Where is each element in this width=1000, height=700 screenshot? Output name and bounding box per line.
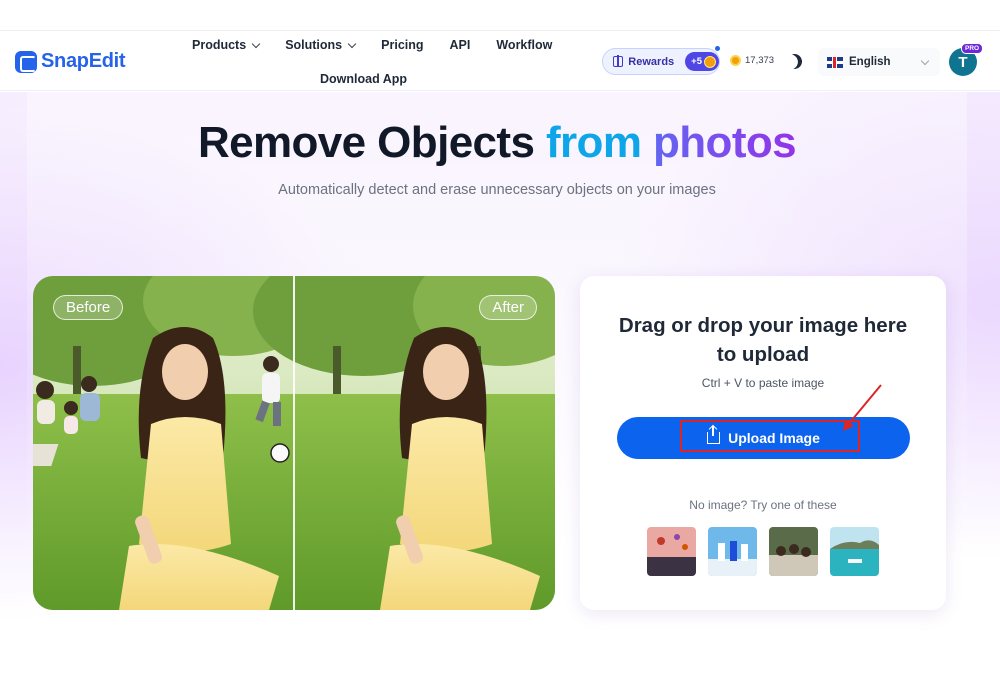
nav-item-workflow[interactable]: Workflow: [496, 38, 552, 52]
upload-image-button[interactable]: Upload Image: [617, 417, 910, 459]
rewards-button[interactable]: Rewards +5: [602, 45, 721, 75]
rewards-bonus-value: +5: [691, 56, 702, 67]
dark-mode-toggle-moon-icon[interactable]: [785, 52, 804, 71]
upload-icon: [707, 426, 721, 444]
brand-name: SnapEdit: [41, 50, 126, 72]
pro-badge: PRO: [961, 43, 984, 54]
notification-dot: [714, 45, 721, 52]
boat-sea-thumbnail: [830, 527, 879, 576]
sample-image-boat-sea[interactable]: [830, 527, 879, 576]
snapedit-logo-icon: [15, 50, 37, 73]
uk-flag-icon: [827, 56, 843, 68]
credits-value: 17,373: [745, 55, 775, 66]
nav-secondary-row: Download App: [320, 72, 407, 86]
drop-text-line-2: to upload: [716, 343, 810, 366]
upload-button-label: Upload Image: [728, 430, 820, 446]
page-subtitle: Automatically detect and erase unnecessa…: [278, 182, 716, 198]
nav-item-label: Workflow: [496, 38, 553, 52]
nav-item-api[interactable]: API: [450, 38, 471, 52]
title-part-3: photos: [653, 118, 797, 167]
nav-item-label: Pricing: [381, 38, 424, 52]
sample-images-row: [647, 527, 879, 576]
credits-display: 17,373: [730, 55, 774, 66]
sample-image-group-photo[interactable]: [769, 527, 818, 576]
upload-card[interactable]: Drag or drop your image here to upload C…: [580, 276, 946, 610]
sample-images-hint: No image? Try one of these: [689, 498, 837, 512]
before-label: Before: [53, 295, 124, 320]
nav-item-products[interactable]: Products: [192, 38, 261, 52]
nav-item-label: Download App: [320, 72, 408, 86]
paste-hint: Ctrl + V to paste image: [701, 376, 825, 390]
chevron-down-icon: [251, 39, 261, 48]
rewards-label: Rewards: [628, 55, 675, 68]
coin-icon: [704, 55, 716, 68]
coin-icon: [730, 55, 741, 66]
chevron-down-icon: [347, 39, 357, 48]
nav-item-download-app[interactable]: Download App: [320, 72, 407, 86]
language-selector[interactable]: English: [818, 48, 940, 76]
chevron-down-icon: [920, 56, 930, 66]
sample-image-balloons[interactable]: [647, 527, 696, 576]
nav-item-pricing[interactable]: Pricing: [381, 38, 423, 52]
main-nav: Products Solutions Pricing API Workflow: [192, 38, 578, 52]
browser-top-strip: [0, 0, 1000, 31]
group-photo-thumbnail: [769, 527, 818, 576]
rewards-bonus-badge: +5: [685, 52, 719, 71]
nav-item-label: Solutions: [285, 38, 343, 52]
avatar-initial: T: [958, 53, 968, 71]
nav-item-label: API: [449, 38, 471, 52]
drop-zone-text: Drag or drop your image here to upload: [580, 311, 946, 369]
gift-icon: [613, 55, 624, 67]
language-label: English: [849, 56, 891, 68]
after-label: After: [479, 295, 537, 320]
title-part-1: Remove Objects: [197, 118, 546, 167]
nav-item-label: Products: [192, 38, 247, 52]
balloons-thumbnail: [647, 527, 696, 576]
before-after-comparison[interactable]: Before After: [33, 276, 555, 610]
beach-people-thumbnail: [708, 527, 757, 576]
top-navbar: SnapEdit Products Solutions Pricing API …: [0, 31, 1000, 91]
comparison-divider-handle[interactable]: [293, 276, 295, 610]
drop-text-line-1: Drag or drop your image here: [618, 314, 908, 337]
title-part-2: from: [545, 118, 653, 167]
nav-item-solutions[interactable]: Solutions: [285, 38, 357, 52]
sample-image-people-beach[interactable]: [708, 527, 757, 576]
page-title: Remove Objects from photos: [0, 118, 994, 168]
brand-logo[interactable]: SnapEdit: [15, 50, 126, 73]
